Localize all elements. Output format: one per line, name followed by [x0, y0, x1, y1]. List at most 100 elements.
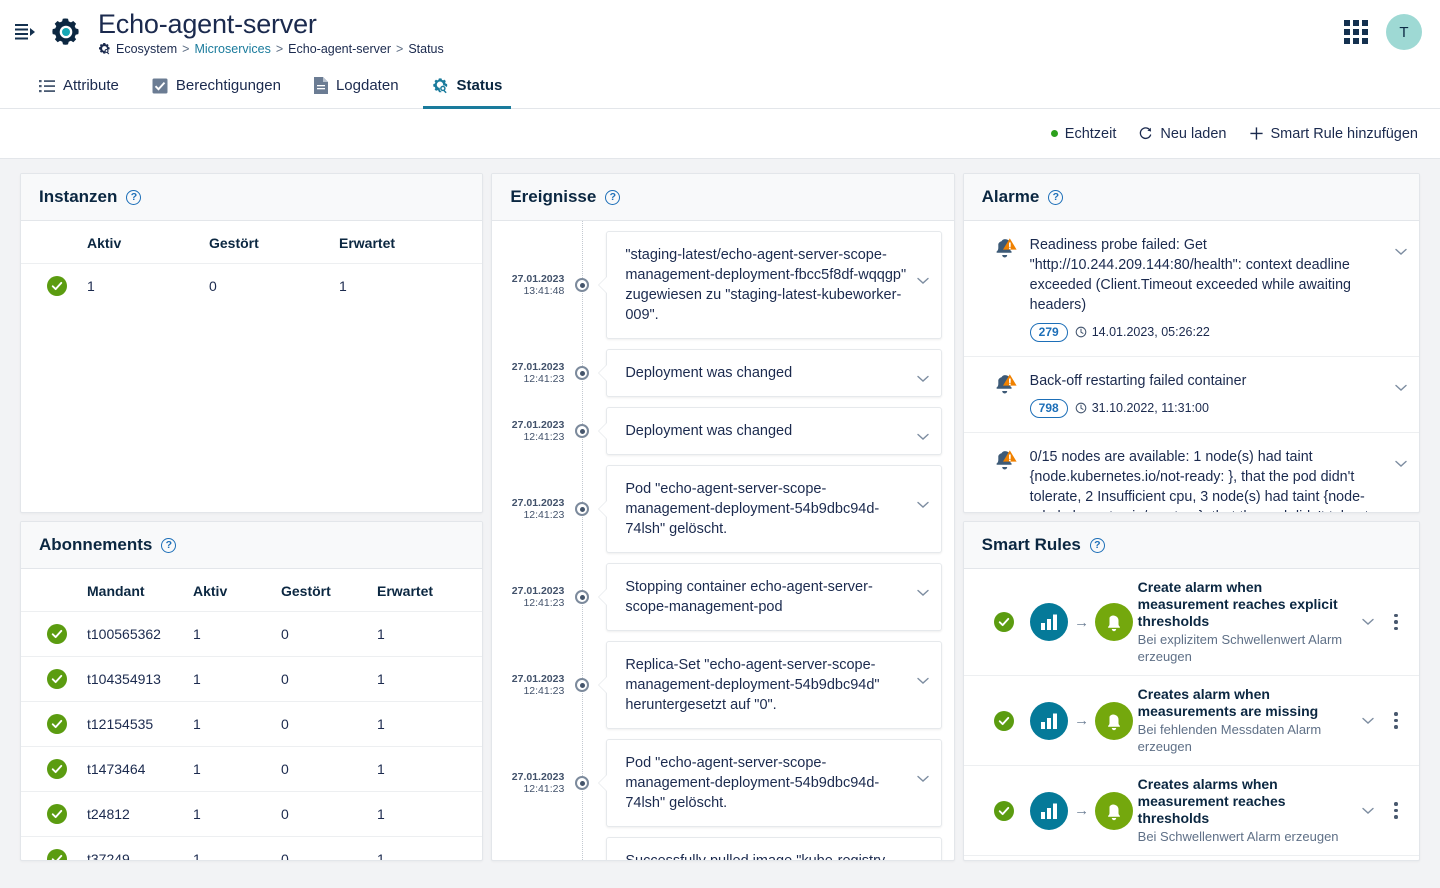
cell-aktiv: 1	[185, 701, 273, 747]
chevron-down-icon[interactable]	[1355, 717, 1381, 725]
chevron-down-icon[interactable]	[1355, 807, 1381, 815]
smart-rule-item[interactable]: → Creates alarm when measurements are mis…	[963, 676, 1420, 766]
events-card: Ereignisse ? 27.01.2023 13:41:48 "staging-…	[491, 173, 955, 861]
chevron-down-icon[interactable]	[1395, 379, 1407, 397]
event-item[interactable]: 27.01.202312:40:52Successfully pulled im…	[492, 837, 953, 860]
event-message[interactable]: Pod "echo-agent-server-scope-management-…	[606, 465, 942, 553]
instances-card-body: Aktiv Gestört Erwartet 1 0 1	[21, 221, 483, 512]
rule-name: Creates alarms when measurement reaches …	[1137, 776, 1286, 826]
check-circle-icon	[47, 804, 67, 824]
rule-enabled-toggle[interactable]	[982, 710, 1026, 731]
event-item[interactable]: 27.01.2023 12:41:23 Replica-Set "echo-agen…	[492, 641, 953, 729]
rule-description: Bei Schwellenwert Alarm erzeugen	[1137, 829, 1339, 844]
table-row: t104354913 1 0 1	[21, 656, 483, 702]
breadcrumb-item-microservices[interactable]: Microservices	[194, 42, 270, 56]
bell-icon	[1095, 603, 1134, 641]
chevron-down-icon[interactable]	[916, 427, 929, 447]
event-item[interactable]: 27.01.2023 12:41:23 Pod "echo-agent-server…	[492, 739, 953, 827]
avatar[interactable]: T	[1386, 14, 1422, 50]
bar-chart-icon	[1030, 791, 1069, 830]
events-list: 27.01.2023 13:41:48 "staging-latest/echo-a…	[492, 231, 953, 860]
column-header-erwartet: Erwartet	[339, 235, 396, 251]
help-icon[interactable]: ?	[605, 189, 621, 205]
help-icon[interactable]: ?	[161, 537, 177, 553]
breadcrumb-root-icon	[98, 42, 111, 55]
event-item[interactable]: 27.01.2023 12:41:23 Stopping container ech…	[492, 563, 953, 631]
alarm-item[interactable]: Back-off restarting failed container 798 3…	[963, 357, 1420, 433]
event-item[interactable]: 27.01.2023 13:41:48 "staging-latest/echo-a…	[492, 231, 953, 339]
tab-berechtigungen[interactable]: Berechtigungen	[143, 65, 290, 109]
events-timeline[interactable]: 27.01.2023 13:41:48 "staging-latest/echo-a…	[492, 221, 953, 860]
cell-aktiv: 1	[185, 611, 273, 657]
rule-enabled-toggle[interactable]	[982, 800, 1026, 821]
alarm-count-badge: 798	[1029, 398, 1068, 418]
event-message[interactable]: "staging-latest/echo-agent-server-scope-…	[606, 231, 942, 339]
rule-enabled-toggle[interactable]	[982, 612, 1026, 632]
alarm-timestamp: 14.01.2023, 05:26:22	[1075, 322, 1210, 342]
event-message[interactable]: Deployment was changed	[606, 407, 942, 455]
action-bar: Echtzeit Neu laden Smart Rule hinzufügen	[0, 109, 1440, 159]
alarm-message: 0/15 nodes are available: 1 node(s) had …	[1029, 449, 1381, 512]
help-icon[interactable]: ?	[126, 189, 142, 205]
bar-chart-icon	[1030, 701, 1069, 740]
hamburger-icon[interactable]	[8, 15, 42, 49]
realtime-status-dot	[1050, 130, 1058, 137]
event-item[interactable]: 27.01.2023 12:41:23 Pod "echo-agent-server…	[492, 465, 953, 553]
alarm-item[interactable]: 0/15 nodes are available: 1 node(s) had …	[964, 433, 1419, 512]
arrow-right-icon: →	[1074, 712, 1090, 729]
timeline-dot-icon	[570, 590, 594, 604]
check-circle-icon	[993, 710, 1014, 731]
reload-button[interactable]: Neu laden	[1138, 126, 1227, 142]
cell-aktiv: 1	[185, 746, 273, 792]
help-icon[interactable]: ?	[1089, 537, 1105, 553]
event-message[interactable]: Stopping container echo-agent-server-sco…	[606, 563, 942, 631]
tab-logdaten[interactable]: Logdaten	[305, 65, 408, 109]
smart-rule-item[interactable]: → Creates alarms when measurement reaches…	[963, 766, 1420, 856]
event-item[interactable]: 27.01.2023 12:41:23 Deployment was changed	[492, 349, 953, 397]
alarm-text-block: Back-off restarting failed container 798 3…	[1029, 371, 1385, 418]
event-item[interactable]: 27.01.2023 12:41:23 Deployment was changed	[492, 407, 953, 455]
smart-rule-item[interactable]: → Create alarm when measurement reaches e…	[963, 569, 1420, 676]
tab-status[interactable]: Status	[422, 65, 512, 109]
chevron-down-icon[interactable]	[916, 495, 929, 515]
rule-overflow-menu-icon[interactable]	[1381, 802, 1411, 819]
event-message[interactable]: Successfully pulled image "kube-registry…	[606, 837, 942, 860]
table-row: t24812 1 0 1	[21, 791, 483, 837]
chevron-down-icon[interactable]	[1355, 618, 1381, 626]
rule-overflow-menu-icon[interactable]	[1381, 613, 1411, 631]
rule-overflow-menu-icon[interactable]	[1381, 712, 1411, 729]
cell-aktiv: 1	[79, 263, 201, 308]
breadcrumb-item-status: Status	[408, 41, 444, 56]
chevron-down-icon[interactable]	[916, 671, 929, 691]
checkbox-icon	[152, 78, 168, 94]
tab-label: Status	[456, 77, 503, 94]
help-icon[interactable]: ?	[1048, 189, 1064, 205]
cell-gestoert: 0	[273, 791, 369, 837]
rule-text-block: Creates alarms when measurement reaches …	[1138, 776, 1355, 845]
tab-attribute[interactable]: Attribute	[30, 65, 128, 109]
alarm-item[interactable]: Readiness probe failed: Get "http://10.2…	[963, 221, 1420, 357]
status-badge	[21, 611, 79, 657]
tab-label: Attribute	[63, 77, 119, 94]
instances-table: Aktiv Gestört Erwartet 1 0 1	[21, 221, 483, 308]
chevron-down-icon[interactable]	[916, 583, 929, 603]
list-icon	[39, 79, 55, 93]
chevron-down-icon[interactable]	[1395, 455, 1407, 473]
cell-gestoert: 0	[273, 701, 369, 747]
realtime-toggle[interactable]: Echtzeit	[1050, 126, 1116, 142]
app-header: Echo-agent-server Ecosystem > Microservi…	[0, 0, 1440, 64]
event-message[interactable]: Pod "echo-agent-server-scope-management-…	[606, 739, 942, 827]
chevron-down-icon[interactable]	[916, 769, 929, 789]
smart-rule-item[interactable]: →Calculates energy consumptionEnergiever…	[964, 856, 1419, 860]
add-smart-rule-button[interactable]: Smart Rule hinzufügen	[1249, 126, 1418, 142]
chevron-down-icon[interactable]	[1395, 243, 1407, 261]
event-message[interactable]: Deployment was changed	[606, 349, 942, 397]
middle-column: Ereignisse ? 27.01.2023 13:41:48 "staging-…	[491, 173, 955, 888]
document-icon	[313, 77, 328, 94]
alarm-message: Readiness probe failed: Get "http://10.2…	[1029, 237, 1351, 313]
chevron-down-icon[interactable]	[916, 369, 929, 389]
app-switcher-icon[interactable]	[1344, 20, 1368, 44]
event-message[interactable]: Replica-Set "echo-agent-server-scope-man…	[606, 641, 942, 729]
cell-erwartet: 1	[369, 791, 483, 837]
chevron-down-icon[interactable]	[916, 271, 929, 291]
